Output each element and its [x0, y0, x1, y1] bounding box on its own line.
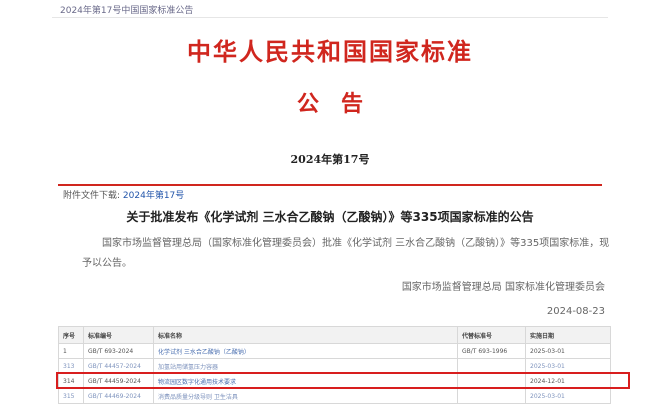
notice-issuer: 国家市场监督管理总局 国家标准化管理委员会 — [401, 282, 605, 293]
attachment-label: 附件文件下载: — [63, 191, 121, 201]
cell-no: 315 — [58, 388, 84, 404]
page-title: 中华人民共和国国家标准 — [187, 37, 473, 66]
cell-code: GB/T 44469-2024 — [83, 388, 154, 404]
breadcrumb[interactable]: 2024年第17号中国国家标准公告 — [60, 3, 193, 16]
table-header-row: 序号 标准编号 标准名称 代替标准号 实施日期 — [58, 326, 611, 344]
cell-name[interactable]: 化学试剂 三水合乙酸钠（乙酸钠） — [153, 343, 458, 359]
cell-code: GB/T 693-2024 — [83, 343, 154, 359]
col-header-code: 标准编号 — [83, 326, 154, 344]
cell-replaces: GB/T 693-1996 — [457, 343, 526, 359]
issue-number: 2024年第17号 — [290, 153, 370, 166]
notice-title: 关于批准发布《化学试剂 三水合乙酸钠（乙酸钠）》等335项国家标准的公告 — [126, 210, 534, 224]
highlight-box — [56, 372, 630, 389]
col-header-no: 序号 — [58, 326, 84, 344]
table-row: 315 GB/T 44469-2024 消费品质量分级导则 卫生洁具 2025-… — [58, 388, 611, 404]
cell-date: 2025-03-01 — [525, 343, 611, 359]
cell-no: 1 — [58, 343, 84, 359]
col-header-date: 实施日期 — [525, 326, 611, 344]
notice-date: 2024-08-23 — [546, 306, 605, 317]
cell-date: 2025-03-01 — [525, 388, 611, 404]
announcement-heading: 公告 — [296, 91, 385, 117]
cell-replaces — [457, 388, 526, 404]
breadcrumb-divider — [52, 17, 608, 18]
table-row: 1 GB/T 693-2024 化学试剂 三水合乙酸钠（乙酸钠） GB/T 69… — [58, 343, 611, 359]
standards-table: 序号 标准编号 标准名称 代替标准号 实施日期 1 GB/T 693-2024 … — [58, 326, 611, 404]
attachment-link[interactable]: 2024年第17号 — [123, 191, 184, 201]
notice-body: 国家市场监督管理总局（国家标准化管理委员会）批准《化学试剂 三水合乙酸钠（乙酸钠… — [82, 238, 610, 269]
red-divider — [58, 184, 602, 186]
col-header-name: 标准名称 — [153, 326, 458, 344]
attachment-download: 附件文件下载: 2024年第17号 — [63, 188, 184, 201]
cell-name[interactable]: 消费品质量分级导则 卫生洁具 — [153, 388, 458, 404]
col-header-replaces: 代替标准号 — [457, 326, 526, 344]
